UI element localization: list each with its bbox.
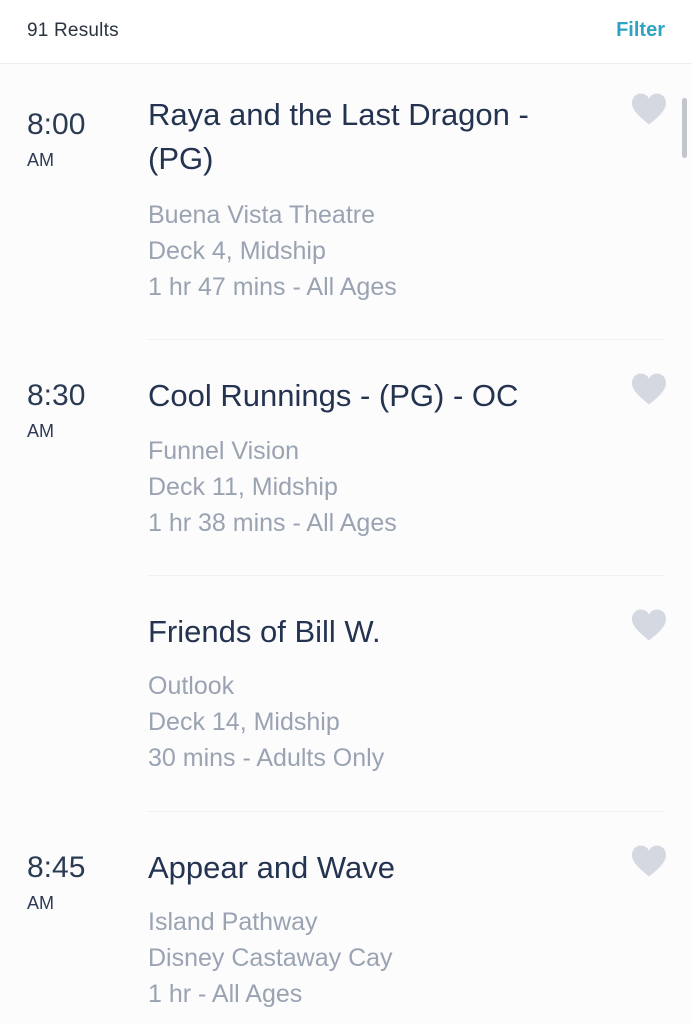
event-location: Deck 11, Midship — [148, 473, 338, 501]
event-title-line: Appear and Wave — [148, 850, 396, 885]
event-time: 8:45 — [27, 851, 86, 884]
event-ampm: AM — [27, 893, 54, 913]
event-duration: 1 hr 47 mins - All Ages — [148, 273, 397, 301]
heart-icon[interactable] — [630, 608, 668, 642]
event-duration: 30 mins - Adults Only — [148, 744, 385, 772]
event-venue: Outlook — [148, 672, 235, 700]
results-count: 91 Results — [27, 20, 119, 41]
event-title[interactable]: Appear and Wave — [148, 846, 588, 890]
heart-icon[interactable] — [630, 372, 668, 406]
event-location: Deck 4, Midship — [148, 237, 326, 265]
event-list[interactable]: 8:00 AM Raya and the Last Dragon - (PG) … — [0, 64, 692, 1024]
event-item-raya[interactable]: 8:00 AM Raya and the Last Dragon - (PG) … — [0, 64, 692, 339]
heart-icon[interactable] — [630, 844, 668, 878]
event-location: Disney Castaway Cay — [148, 944, 393, 972]
filter-button[interactable]: Filter — [616, 19, 665, 42]
event-title-line: Friends of Bill W. — [148, 614, 381, 649]
event-venue: Funnel Vision — [148, 437, 300, 465]
event-title-line: Cool Runnings - (PG) - OC — [148, 378, 519, 413]
results-header: 91 Results Filter — [0, 0, 692, 64]
event-venue: Buena Vista Theatre — [148, 201, 376, 229]
event-location: Deck 14, Midship — [148, 708, 340, 736]
event-duration: 1 hr 38 mins - All Ages — [148, 509, 397, 537]
event-item-appear-and-wave[interactable]: 8:45 AM Appear and Wave Island Pathway D… — [0, 812, 692, 1024]
event-duration: 1 hr - All Ages — [148, 980, 303, 1008]
event-title[interactable]: Friends of Bill W. — [148, 610, 588, 654]
event-time: 8:30 — [27, 379, 86, 412]
event-ampm: AM — [27, 150, 54, 170]
event-title-line: (PG) — [148, 141, 214, 176]
event-item-friends-of-bill-w[interactable]: Friends of Bill W. Outlook Deck 14, Mids… — [0, 576, 692, 811]
event-time: 8:00 — [27, 108, 86, 141]
event-title-line: Raya and the Last Dragon - — [148, 97, 529, 132]
heart-icon[interactable] — [630, 92, 668, 126]
event-title[interactable]: Raya and the Last Dragon - (PG) — [148, 93, 588, 181]
event-venue: Island Pathway — [148, 908, 318, 936]
event-item-cool-runnings[interactable]: 8:30 AM Cool Runnings - (PG) - OC Funnel… — [0, 340, 692, 575]
scrollbar[interactable] — [682, 98, 687, 158]
event-ampm: AM — [27, 421, 54, 441]
event-title[interactable]: Cool Runnings - (PG) - OC — [148, 374, 588, 418]
